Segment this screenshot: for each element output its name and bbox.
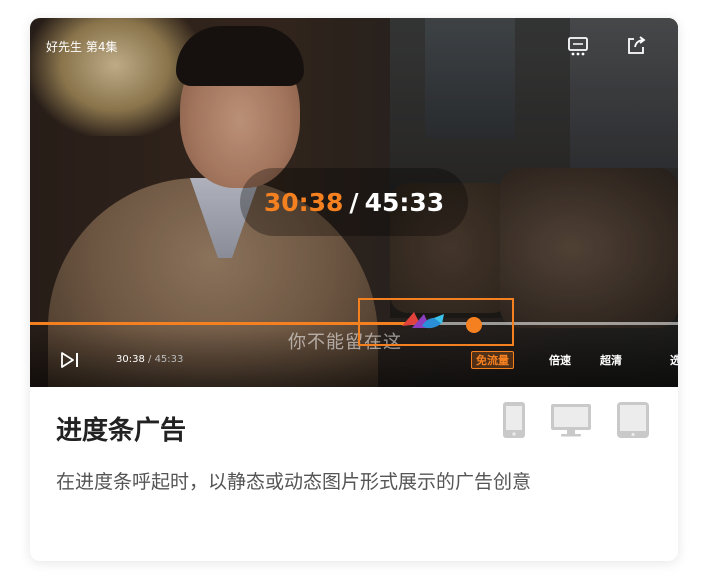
tablet-icon [617,402,649,438]
player-total-time: 45:33 [154,354,184,365]
player-current-time: 30:38 [116,354,145,365]
seek-time-separator: / [349,187,359,217]
seek-total-time: 45:33 [364,187,445,217]
player-time-separator: / [144,354,155,365]
ad-logo-icon[interactable] [398,308,454,334]
ad-format-card[interactable]: 好先生 第4集 30:38 / 45:33 你不能留在这 30:38 / 45:… [30,18,678,561]
danmaku-icon[interactable] [566,34,590,58]
episodes-button[interactable]: 选 [670,351,678,369]
video-player[interactable]: 好先生 第4集 30:38 / 45:33 你不能留在这 30:38 / 45:… [30,18,678,387]
progress-thumb[interactable] [466,317,482,333]
card-description: 在进度条呼起时，以静态或动态图片形式展示的广告创意 [56,471,532,493]
share-icon[interactable] [624,34,648,58]
phone-icon [503,402,525,438]
seek-current-time: 30:38 [263,187,344,217]
free-data-button[interactable]: 免流量 [471,351,514,369]
player-time: 30:38 / 45:33 [116,354,183,365]
next-episode-icon[interactable] [60,351,80,369]
card-title: 进度条广告 [56,416,187,446]
desktop-icon [551,404,591,437]
quality-button[interactable]: 超清 [600,351,622,369]
episode-title: 好先生 第4集 [46,40,118,54]
seek-time-bubble: 30:38 / 45:33 [240,168,468,236]
speed-button[interactable]: 倍速 [549,351,571,369]
progress-fill [30,322,410,325]
